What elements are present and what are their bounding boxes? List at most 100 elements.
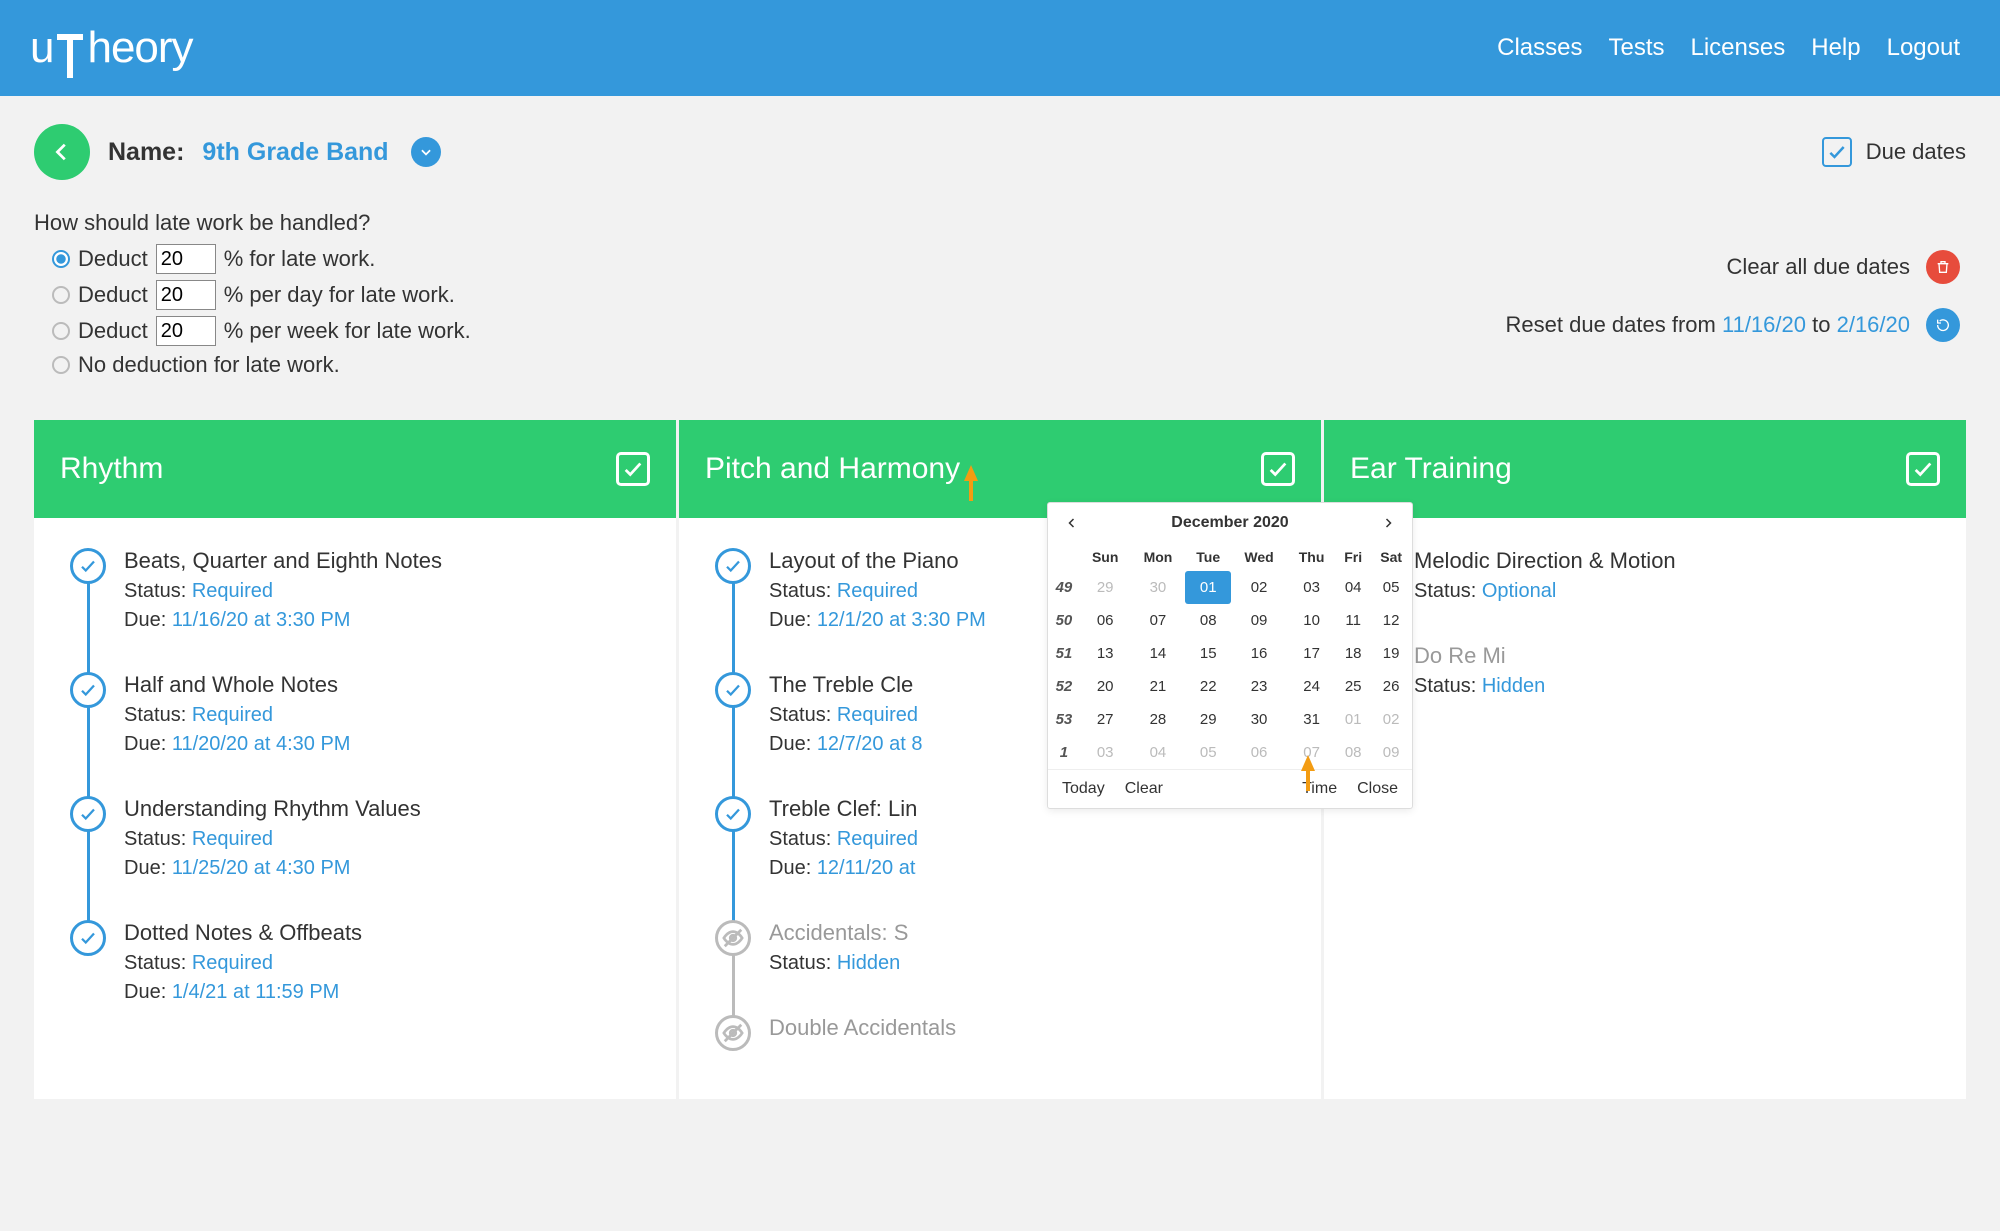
cal-day[interactable]: 23 — [1231, 670, 1287, 703]
cal-day[interactable]: 05 — [1185, 736, 1231, 769]
cal-day[interactable]: 10 — [1287, 604, 1336, 637]
lesson-status-link[interactable]: Hidden — [837, 952, 900, 974]
cal-day[interactable]: 04 — [1130, 736, 1185, 769]
cal-day[interactable]: 29 — [1080, 571, 1131, 604]
lesson-status-node[interactable] — [70, 672, 106, 708]
cal-close-button[interactable]: Close — [1357, 780, 1398, 798]
lesson-title[interactable]: Half and Whole Notes — [124, 672, 656, 698]
cal-day[interactable]: 01 — [1185, 571, 1231, 604]
cal-day[interactable]: 05 — [1370, 571, 1412, 604]
lesson-due-link[interactable]: 11/20/20 at 4:30 PM — [172, 733, 351, 755]
lesson-status-node[interactable] — [715, 920, 751, 956]
cal-day[interactable]: 20 — [1080, 670, 1131, 703]
lesson-status-node[interactable] — [70, 920, 106, 956]
cal-day[interactable]: 09 — [1370, 736, 1412, 769]
lesson-status-node[interactable] — [715, 1015, 751, 1051]
cal-day[interactable]: 25 — [1336, 670, 1370, 703]
cal-day[interactable]: 08 — [1336, 736, 1370, 769]
cal-prev-month[interactable] — [1062, 513, 1082, 533]
lesson-status-link[interactable]: Hidden — [1482, 675, 1545, 697]
clear-due-dates-button[interactable] — [1926, 250, 1960, 284]
cal-day[interactable]: 04 — [1336, 571, 1370, 604]
cal-day[interactable]: 17 — [1287, 637, 1336, 670]
cal-day[interactable]: 29 — [1185, 703, 1231, 736]
cal-day[interactable]: 03 — [1080, 736, 1131, 769]
cal-day[interactable]: 24 — [1287, 670, 1336, 703]
lesson-due-link[interactable]: 11/16/20 at 3:30 PM — [172, 609, 351, 631]
cal-day[interactable]: 03 — [1287, 571, 1336, 604]
cal-day[interactable]: 14 — [1130, 637, 1185, 670]
nav-licenses[interactable]: Licenses — [1691, 34, 1786, 62]
cal-day[interactable]: 11 — [1336, 604, 1370, 637]
lesson-status-node[interactable] — [70, 796, 106, 832]
nav-logout[interactable]: Logout — [1887, 34, 1960, 62]
lesson-status-node[interactable] — [715, 796, 751, 832]
lesson-due-link[interactable]: 1/4/21 at 11:59 PM — [172, 981, 340, 1003]
back-button[interactable] — [34, 124, 90, 180]
lesson-status-link[interactable]: Required — [192, 952, 273, 974]
lesson-status-node[interactable] — [715, 548, 751, 584]
lesson-status-link[interactable]: Required — [837, 828, 918, 850]
lesson-status-link[interactable]: Required — [192, 580, 273, 602]
cal-day[interactable]: 18 — [1336, 637, 1370, 670]
due-dates-checkbox[interactable] — [1822, 137, 1852, 167]
cal-day[interactable]: 02 — [1231, 571, 1287, 604]
lesson-title[interactable]: Understanding Rhythm Values — [124, 796, 656, 822]
cal-day[interactable]: 28 — [1130, 703, 1185, 736]
lesson-due-link[interactable]: 12/1/20 at 3:30 PM — [817, 609, 986, 631]
cal-day[interactable]: 15 — [1185, 637, 1231, 670]
lesson-title[interactable]: Double Accidentals — [769, 1015, 1301, 1041]
class-name[interactable]: 9th Grade Band — [202, 138, 388, 167]
late-pct-input-day[interactable] — [156, 280, 216, 310]
lesson-title[interactable]: Do Re Mi — [1414, 643, 1946, 669]
lesson-status-link[interactable]: Required — [837, 704, 918, 726]
lesson-title[interactable]: Dotted Notes & Offbeats — [124, 920, 656, 946]
cal-day[interactable]: 30 — [1130, 571, 1185, 604]
cal-day[interactable]: 16 — [1231, 637, 1287, 670]
lesson-status-link[interactable]: Required — [837, 580, 918, 602]
date-picker[interactable]: December 2020 SunMonTueWedThuFriSat49293… — [1047, 502, 1413, 809]
cal-day[interactable]: 13 — [1080, 637, 1131, 670]
cal-day[interactable]: 06 — [1080, 604, 1131, 637]
nav-tests[interactable]: Tests — [1608, 34, 1664, 62]
cal-clear-button[interactable]: Clear — [1125, 780, 1163, 798]
lesson-status-node[interactable] — [70, 548, 106, 584]
cal-today-button[interactable]: Today — [1062, 780, 1105, 798]
lesson-title[interactable]: Accidentals: S — [769, 920, 1301, 946]
cal-day[interactable]: 06 — [1231, 736, 1287, 769]
column-checkbox[interactable] — [616, 452, 650, 486]
late-pct-input-flat[interactable] — [156, 244, 216, 274]
logo[interactable]: uheory — [30, 23, 193, 73]
column-checkbox[interactable] — [1261, 452, 1295, 486]
lesson-status-link[interactable]: Required — [192, 828, 273, 850]
lesson-title[interactable]: Beats, Quarter and Eighth Notes — [124, 548, 656, 574]
lesson-status-link[interactable]: Optional — [1482, 580, 1557, 602]
lesson-due-link[interactable]: 12/11/20 at — [817, 857, 916, 879]
reset-from-date[interactable]: 11/16/20 — [1722, 312, 1806, 337]
cal-next-month[interactable] — [1378, 513, 1398, 533]
lesson-due-link[interactable]: 12/7/20 at 8 — [817, 733, 923, 755]
cal-day[interactable]: 09 — [1231, 604, 1287, 637]
cal-day[interactable]: 31 — [1287, 703, 1336, 736]
late-pct-input-week[interactable] — [156, 316, 216, 346]
cal-day[interactable]: 07 — [1130, 604, 1185, 637]
lesson-due-link[interactable]: 11/25/20 at 4:30 PM — [172, 857, 351, 879]
cal-day[interactable]: 26 — [1370, 670, 1412, 703]
column-checkbox[interactable] — [1906, 452, 1940, 486]
cal-day[interactable]: 01 — [1336, 703, 1370, 736]
nav-help[interactable]: Help — [1811, 34, 1860, 62]
cal-day[interactable]: 30 — [1231, 703, 1287, 736]
cal-day[interactable]: 22 — [1185, 670, 1231, 703]
lesson-status-node[interactable] — [715, 672, 751, 708]
cal-day[interactable]: 27 — [1080, 703, 1131, 736]
cal-day[interactable]: 12 — [1370, 604, 1412, 637]
nav-classes[interactable]: Classes — [1497, 34, 1582, 62]
lesson-status-link[interactable]: Required — [192, 704, 273, 726]
cal-day[interactable]: 08 — [1185, 604, 1231, 637]
reset-to-date[interactable]: 2/16/20 — [1837, 312, 1910, 337]
reset-due-dates-button[interactable] — [1926, 308, 1960, 342]
class-dropdown-toggle[interactable] — [411, 137, 441, 167]
cal-day[interactable]: 19 — [1370, 637, 1412, 670]
cal-day[interactable]: 02 — [1370, 703, 1412, 736]
lesson-title[interactable]: Melodic Direction & Motion — [1414, 548, 1946, 574]
